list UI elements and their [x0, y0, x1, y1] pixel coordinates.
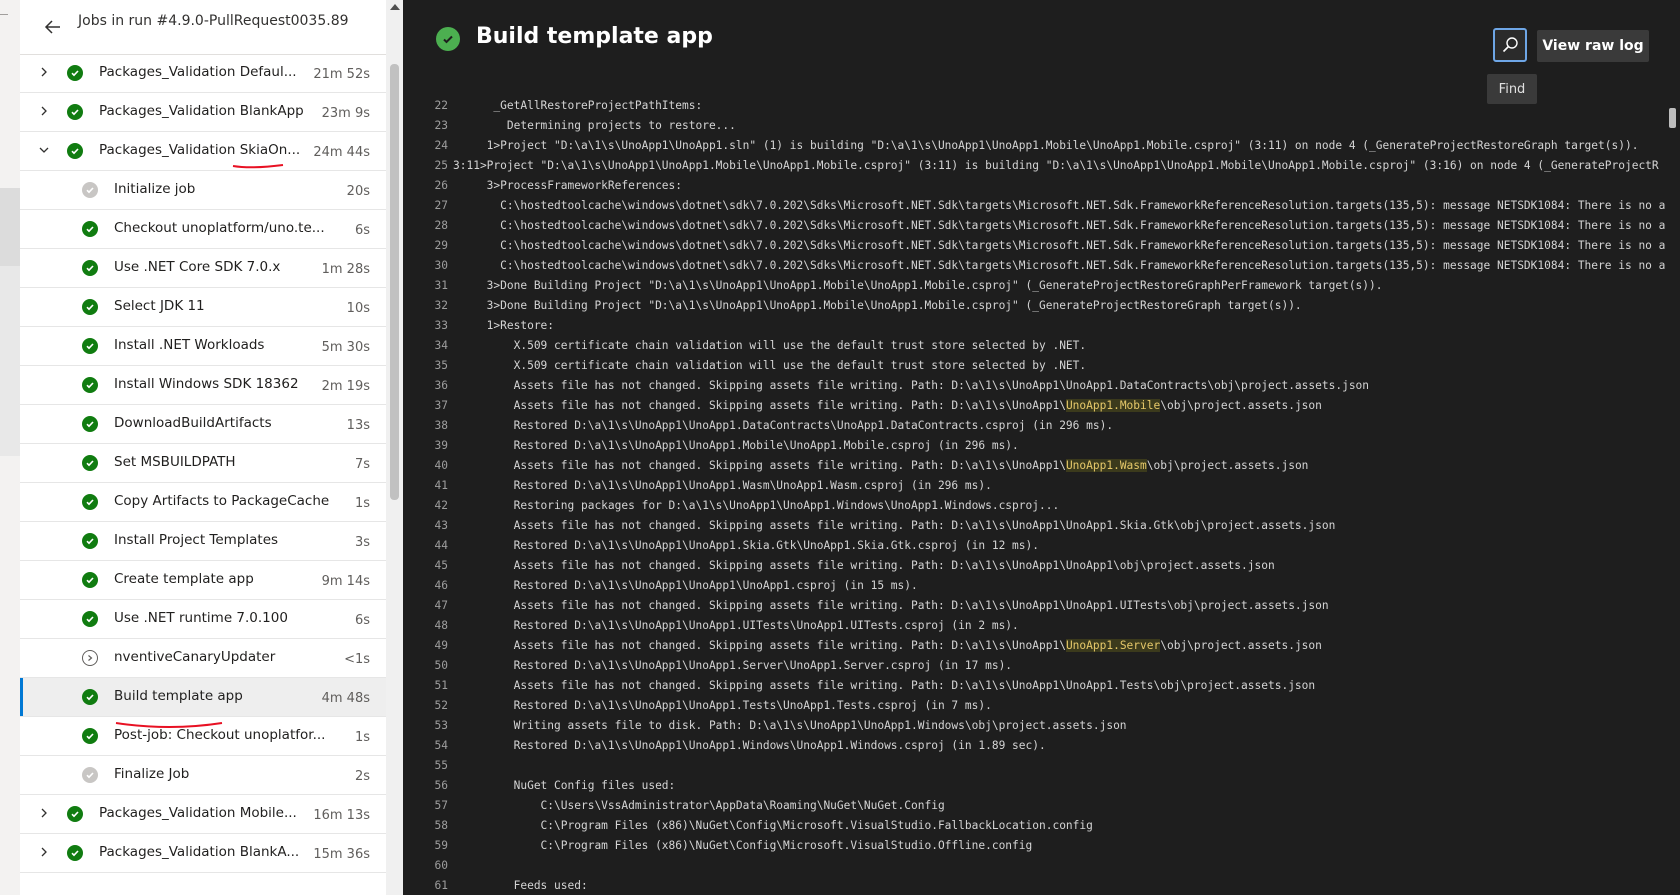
- annotation-overlay: [115, 164, 284, 728]
- annotation-underline: [232, 164, 284, 169]
- annotation-underline: [115, 722, 223, 728]
